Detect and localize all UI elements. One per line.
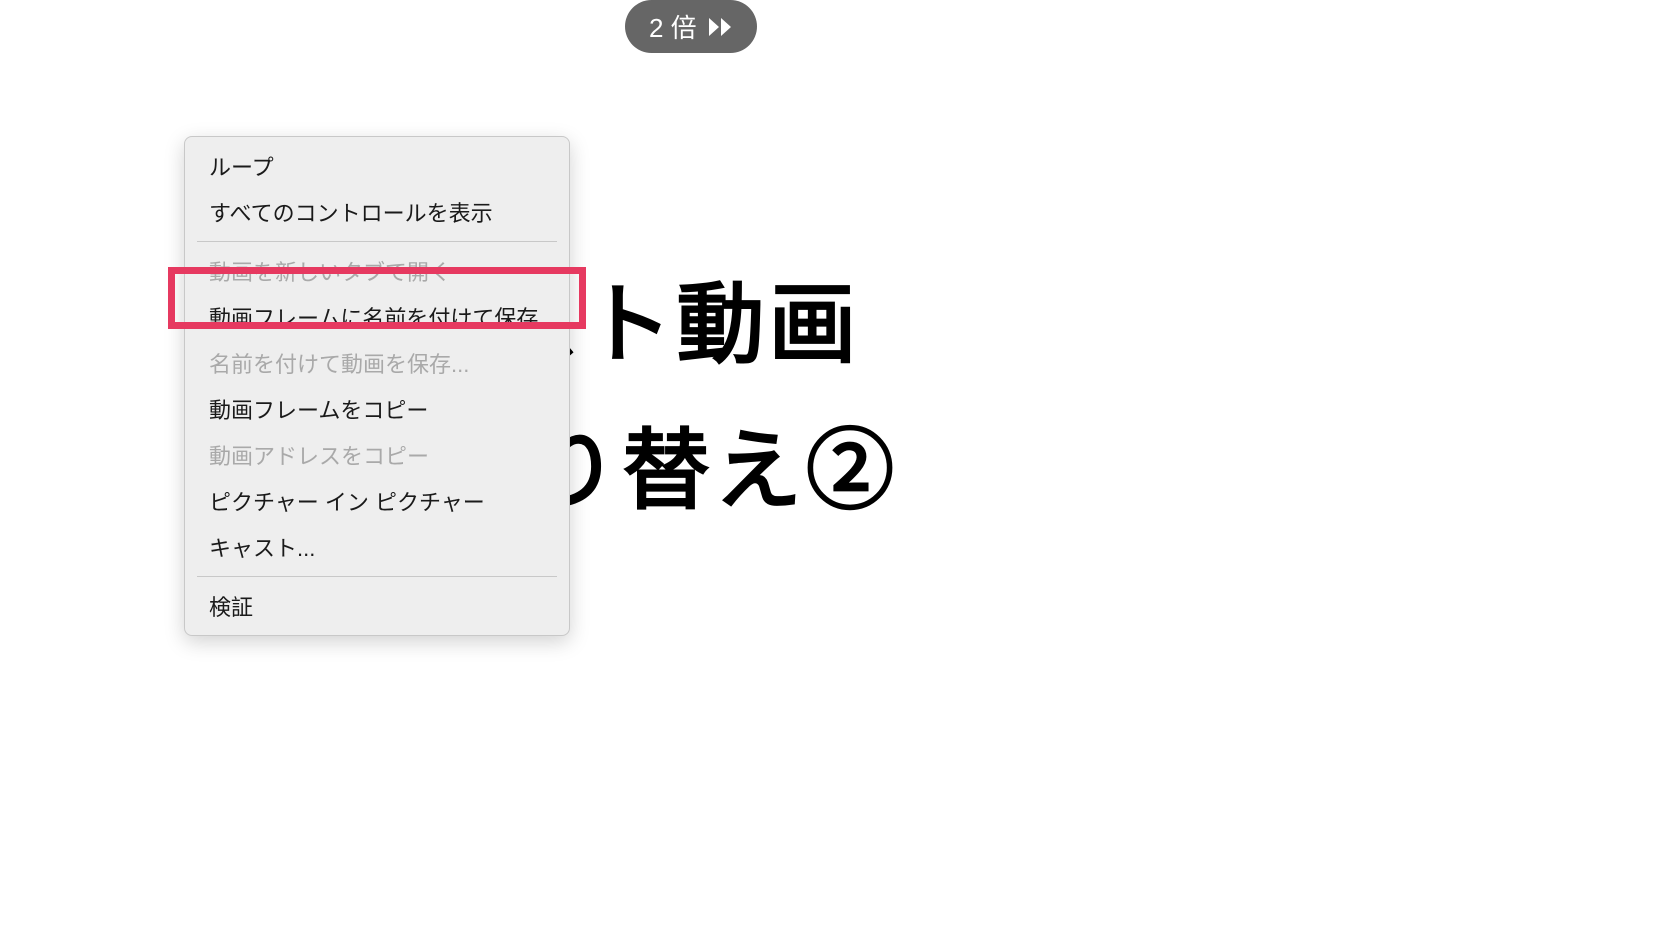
speed-label: 2 倍 xyxy=(649,8,697,45)
menu-item-loop[interactable]: ループ xyxy=(185,143,569,189)
video-title-line2: り替え② xyxy=(530,400,898,527)
menu-item-copy-frame[interactable]: 動画フレームをコピー xyxy=(185,386,569,432)
menu-item-open-new-tab: 動画を新しいタブで開く xyxy=(185,248,569,294)
menu-item-show-all-controls[interactable]: すべてのコントロールを表示 xyxy=(185,189,569,235)
menu-item-copy-address: 動画アドレスをコピー xyxy=(185,432,569,478)
menu-separator xyxy=(197,576,557,577)
menu-separator xyxy=(197,241,557,242)
menu-item-picture-in-picture[interactable]: ピクチャー イン ピクチャー xyxy=(185,478,569,524)
menu-item-save-video-as: 名前を付けて動画を保存... xyxy=(185,340,569,386)
menu-item-cast[interactable]: キャスト... xyxy=(185,524,569,570)
menu-item-inspect[interactable]: 検証 xyxy=(185,583,569,629)
menu-item-save-frame-as[interactable]: 動画フレームに名前を付けて保存... xyxy=(185,294,569,340)
video-context-menu: ループ すべてのコントロールを表示 動画を新しいタブで開く 動画フレームに名前を… xyxy=(184,136,570,636)
playback-speed-indicator[interactable]: 2 倍 xyxy=(625,0,757,53)
fast-forward-icon xyxy=(709,18,733,36)
